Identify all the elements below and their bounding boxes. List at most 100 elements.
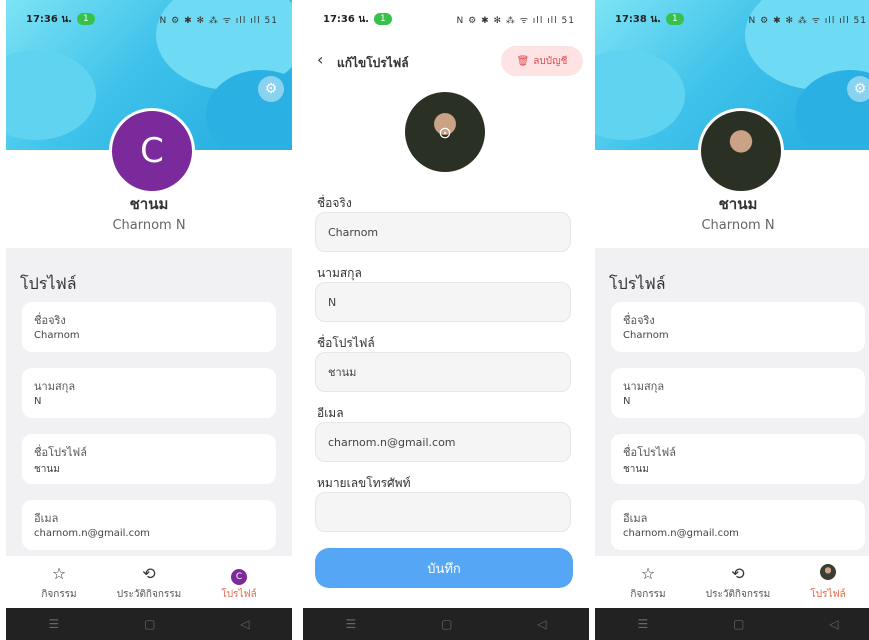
- history-icon: ⟲: [142, 564, 156, 583]
- bottom-nav: ☆ กิจกรรม ⟲ ประวัติกิจกรรม C โปรไฟล์: [6, 556, 292, 608]
- status-bar: 17:38 น. 1 N ⚙ ✱ ✻ ⁂ ᯤ ıll ıll 51: [595, 0, 869, 38]
- avatar-letter: C: [140, 131, 164, 171]
- history-icon: ⟲: [731, 564, 745, 583]
- card-label: อีเมล: [623, 512, 648, 525]
- system-nav-bar: ☰ ▢ ◁: [595, 608, 869, 640]
- card-value: N: [623, 396, 631, 407]
- nav-profile[interactable]: C โปรไฟล์: [194, 564, 284, 602]
- star-icon: ☆: [51, 564, 67, 583]
- status-pill: 1: [76, 13, 95, 25]
- profile-card-firstname: ชื่อจริง Charnom: [611, 302, 865, 352]
- nav-history[interactable]: ⟲ ประวัติกิจกรรม: [693, 564, 783, 602]
- status-time: 17:36 น.: [323, 13, 369, 25]
- section-title: โปรไฟล์: [609, 274, 666, 293]
- menu-icon[interactable]: ☰: [345, 617, 356, 631]
- card-value: N: [34, 396, 42, 407]
- card-value: ชานม: [623, 464, 649, 475]
- card-label: ชื่อโปรไฟล์: [34, 446, 87, 459]
- nav-label: โปรไฟล์: [810, 589, 846, 600]
- save-button[interactable]: บันทึก: [315, 548, 573, 588]
- card-label: ชื่อจริง: [34, 314, 66, 327]
- avatar-mini: [820, 564, 836, 580]
- profile-card-firstname: ชื่อจริง Charnom: [22, 302, 276, 352]
- displayname-field[interactable]: ชานม: [315, 352, 571, 392]
- delete-account-button[interactable]: 🗑 ลบบัญชี: [501, 46, 583, 76]
- menu-icon[interactable]: ☰: [637, 617, 648, 631]
- camera-icon: ⊙: [438, 122, 452, 142]
- phone-field[interactable]: [315, 492, 571, 532]
- profile-screen: 17:36 น. 1 N ⚙ ✱ ✻ ⁂ ᯤ ıll ıll 51 ⚙ C ชา…: [6, 0, 292, 640]
- back-icon[interactable]: ◁: [537, 617, 546, 631]
- edit-header: ‹ แก้ไขโปรไฟล์ 🗑 ลบบัญชี: [303, 38, 589, 86]
- firstname-field[interactable]: Charnom: [315, 212, 571, 252]
- profile-username: ชานม: [129, 195, 169, 213]
- profile-username: ชานม: [718, 195, 758, 213]
- back-icon[interactable]: ◁: [829, 617, 838, 631]
- page-title: แก้ไขโปรไฟล์: [337, 56, 409, 70]
- profile-fullname: Charnom N: [112, 218, 186, 233]
- card-label: ชื่อจริง: [623, 314, 655, 327]
- delete-account-label: ลบบัญชี: [533, 55, 568, 67]
- avatar: [698, 108, 784, 194]
- avatar: C: [109, 108, 195, 194]
- trash-icon: 🗑: [516, 55, 530, 67]
- gear-icon[interactable]: ⚙: [847, 76, 869, 102]
- avatar-mini: C: [231, 569, 247, 585]
- status-pill: 1: [665, 13, 684, 25]
- profile-card-lastname: นามสกุล N: [22, 368, 276, 418]
- system-nav-bar: ☰ ▢ ◁: [303, 608, 589, 640]
- profile-card-displayname: ชื่อโปรไฟล์ ชานม: [22, 434, 276, 484]
- field-label: นามสกุล: [317, 266, 362, 280]
- field-label: ชื่อจริง: [317, 196, 352, 210]
- bottom-nav: ☆ กิจกรรม ⟲ ประวัติกิจกรรม โปรไฟล์: [595, 556, 869, 608]
- field-label: ชื่อโปรไฟล์: [317, 336, 375, 350]
- nav-label: ประวัติกิจกรรม: [116, 589, 182, 600]
- status-icons: N ⚙ ✱ ✻ ⁂ ᯤ ıll ıll 51: [456, 15, 575, 26]
- nav-label: กิจกรรม: [630, 589, 666, 600]
- edit-form: ⊙ ชื่อจริง Charnom นามสกุล N ชื่อโปรไฟล์…: [303, 86, 589, 608]
- profile-card-email: อีเมล charnom.n@gmail.com: [611, 500, 865, 550]
- back-icon[interactable]: ◁: [240, 617, 249, 631]
- status-pill: 1: [373, 13, 392, 25]
- status-time: 17:38 น.: [615, 13, 661, 25]
- home-icon[interactable]: ▢: [733, 617, 744, 631]
- nav-activities[interactable]: ☆ กิจกรรม: [603, 564, 693, 602]
- lastname-field[interactable]: N: [315, 282, 571, 322]
- field-label: อีเมล: [317, 406, 344, 420]
- card-label: นามสกุล: [623, 380, 665, 393]
- chevron-left-icon[interactable]: ‹: [317, 50, 323, 69]
- status-icons: N ⚙ ✱ ✻ ⁂ ᯤ ıll ıll 51: [748, 15, 867, 26]
- nav-history[interactable]: ⟲ ประวัติกิจกรรม: [104, 564, 194, 602]
- card-value: ชานม: [34, 464, 60, 475]
- status-time: 17:36 น.: [26, 13, 72, 25]
- menu-icon[interactable]: ☰: [48, 617, 59, 631]
- field-label: หมายเลขโทรศัพท์: [317, 476, 411, 490]
- edit-profile-screen: 17:36 น. 1 N ⚙ ✱ ✻ ⁂ ᯤ ıll ıll 51 ‹ แก้ไ…: [303, 0, 589, 640]
- star-icon: ☆: [640, 564, 656, 583]
- avatar-upload[interactable]: ⊙: [405, 92, 485, 172]
- nav-label: กิจกรรม: [41, 589, 77, 600]
- card-value: charnom.n@gmail.com: [623, 528, 739, 539]
- profile-screen-updated: 17:38 น. 1 N ⚙ ✱ ✻ ⁂ ᯤ ıll ıll 51 ⚙ ชานม…: [595, 0, 869, 640]
- email-field[interactable]: charnom.n@gmail.com: [315, 422, 571, 462]
- nav-activities[interactable]: ☆ กิจกรรม: [14, 564, 104, 602]
- card-value: Charnom: [623, 330, 669, 341]
- profile-card-displayname: ชื่อโปรไฟล์ ชานม: [611, 434, 865, 484]
- nav-profile[interactable]: โปรไฟล์: [783, 564, 869, 602]
- card-label: นามสกุล: [34, 380, 76, 393]
- nav-label: โปรไฟล์: [221, 589, 257, 600]
- gear-icon[interactable]: ⚙: [258, 76, 284, 102]
- system-nav-bar: ☰ ▢ ◁: [6, 608, 292, 640]
- status-bar: 17:36 น. 1 N ⚙ ✱ ✻ ⁂ ᯤ ıll ıll 51: [303, 0, 589, 38]
- profile-card-lastname: นามสกุล N: [611, 368, 865, 418]
- home-icon[interactable]: ▢: [441, 617, 452, 631]
- card-value: charnom.n@gmail.com: [34, 528, 150, 539]
- card-label: อีเมล: [34, 512, 59, 525]
- nav-label: ประวัติกิจกรรม: [705, 589, 771, 600]
- card-value: Charnom: [34, 330, 80, 341]
- profile-fullname: Charnom N: [701, 218, 775, 233]
- section-title: โปรไฟล์: [20, 274, 77, 293]
- home-icon[interactable]: ▢: [144, 617, 155, 631]
- card-label: ชื่อโปรไฟล์: [623, 446, 676, 459]
- status-icons: N ⚙ ✱ ✻ ⁂ ᯤ ıll ıll 51: [159, 15, 278, 26]
